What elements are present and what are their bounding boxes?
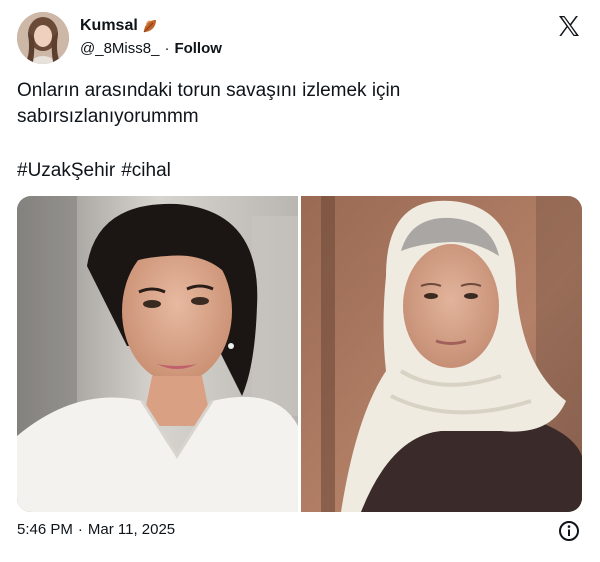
tweet-text-line: sabırsızlanıyorummm <box>17 106 199 127</box>
avatar[interactable] <box>17 12 69 64</box>
leaf-icon <box>143 20 156 33</box>
timestamp-link[interactable]: 5:46 PM · Mar 11, 2025 <box>17 521 175 538</box>
info-icon[interactable] <box>558 520 580 542</box>
tweet-card: Kumsal @_8Miss8_ · Follow Onların arasın… <box>0 0 600 562</box>
photo-image <box>17 196 298 512</box>
hashtag-link[interactable]: #UzakŞehir <box>17 158 115 184</box>
separator-dot: · <box>164 40 170 57</box>
photo-older-woman-headscarf[interactable] <box>301 196 582 512</box>
tweet-text-line: Onların arasındaki torun savaşını izleme… <box>17 80 401 101</box>
time-text: 5:46 PM <box>17 521 73 538</box>
date-text: Mar 11, 2025 <box>87 521 176 538</box>
hashtag-row: #UzakŞehir #cihal <box>17 158 171 184</box>
separator-dot: · <box>77 521 83 538</box>
avatar-image <box>17 12 69 64</box>
media-grid <box>17 196 582 512</box>
author-handle-row: @_8Miss8_ · Follow <box>80 40 222 57</box>
author-name-row[interactable]: Kumsal <box>80 17 159 35</box>
hashtag-link[interactable]: #cihal <box>121 158 171 184</box>
x-logo-icon[interactable] <box>557 14 581 38</box>
photo-woman-dark-hair[interactable] <box>17 196 298 512</box>
author-handle[interactable]: @_8Miss8_ <box>80 40 159 57</box>
follow-button[interactable]: Follow <box>174 40 222 57</box>
tweet-text: Onların arasındaki torun savaşını izleme… <box>17 78 577 130</box>
photo-image <box>301 196 582 512</box>
display-name[interactable]: Kumsal <box>80 17 138 35</box>
